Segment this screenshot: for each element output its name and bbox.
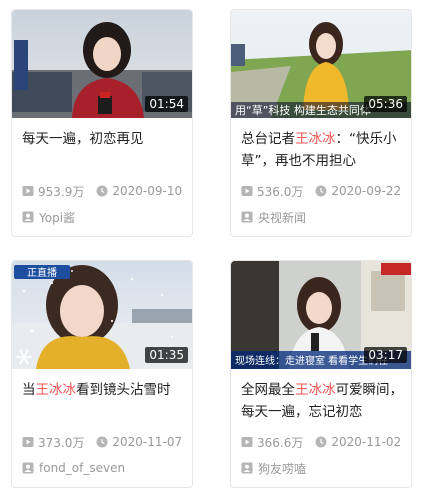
video-meta: 373.0万 2020-11-07 <box>22 434 190 450</box>
play-count-icon <box>22 437 34 447</box>
publish-date: 2020-11-02 <box>331 435 402 449</box>
title-text: 全网最全 <box>241 382 295 398</box>
thumbnail-caption: 用“草”科技 构建生态共同体 <box>235 103 371 117</box>
video-title[interactable]: 每天一遍，初恋再见 <box>22 128 190 150</box>
video-thumbnail[interactable]: 01:54 <box>12 10 192 118</box>
video-meta: 366.6万 2020-11-02 <box>241 434 409 450</box>
video-card[interactable]: 现场连线：走进寝室 看看学生们在 03:17 全网最全王冰冰可爱瞬间，每天一遍，… <box>230 260 412 488</box>
video-uploader[interactable]: 央视新闻 <box>241 209 409 225</box>
title-text: 每天一遍，初恋再见 <box>22 131 144 147</box>
video-uploader[interactable]: Yopi酱 <box>22 209 190 225</box>
video-grid: 01:54 每天一遍，初恋再见 953.9万 2020-09-10 Yopi酱 <box>0 0 427 499</box>
video-card[interactable]: 01:54 每天一遍，初恋再见 953.9万 2020-09-10 Yopi酱 <box>11 9 193 237</box>
video-duration: 01:35 <box>145 347 188 363</box>
uploader-name: 狗友唠嗑 <box>258 461 307 476</box>
video-uploader[interactable]: fond_of_seven <box>22 460 190 476</box>
uploader-name: 央视新闻 <box>258 210 307 225</box>
uploader-name: Yopi酱 <box>39 210 76 225</box>
video-meta: 953.9万 2020-09-10 <box>22 183 190 199</box>
view-count: 536.0万 <box>257 184 304 199</box>
uploader-icon <box>241 462 253 474</box>
clock-icon <box>315 436 327 448</box>
play-count-icon <box>241 437 253 447</box>
video-thumbnail[interactable]: 现场连线：走进寝室 看看学生们在 03:17 <box>231 261 411 369</box>
title-highlight: 王冰冰 <box>295 382 336 398</box>
video-thumbnail[interactable]: 用“草”科技 构建生态共同体 05:36 <box>231 10 411 118</box>
video-title[interactable]: 全网最全王冰冰可爱瞬间，每天一遍，忘记初恋 <box>241 379 409 423</box>
video-title[interactable]: 当王冰冰看到镜头沾雪时 <box>22 379 190 401</box>
title-highlight: 王冰冰 <box>35 382 77 398</box>
title-text: 当 <box>22 382 36 398</box>
uploader-icon <box>241 211 253 223</box>
video-duration: 03:17 <box>364 347 407 363</box>
clock-icon <box>315 185 327 197</box>
uploader-name: fond_of_seven <box>39 461 126 475</box>
video-uploader[interactable]: 狗友唠嗑 <box>241 460 409 476</box>
video-title[interactable]: 总台记者王冰冰：“快乐小草”，再也不用担心会“秃”了 <box>241 128 409 172</box>
uploader-icon <box>22 462 34 474</box>
view-count: 373.0万 <box>38 435 85 450</box>
video-meta: 536.0万 2020-09-22 <box>241 183 409 199</box>
title-text: 总台记者 <box>241 131 295 147</box>
publish-date: 2020-09-10 <box>112 184 183 198</box>
thumbnail-caption: 正直播 <box>27 266 57 279</box>
clock-icon <box>96 436 108 448</box>
play-count-icon <box>241 186 253 196</box>
video-card[interactable]: 正直播 01:35 当王冰冰看到镜头沾雪时 373.0万 2020-11-07 … <box>11 260 193 488</box>
clock-icon <box>96 185 108 197</box>
play-count-icon <box>22 186 34 196</box>
publish-date: 2020-11-07 <box>112 435 183 449</box>
view-count: 366.6万 <box>257 435 304 450</box>
view-count: 953.9万 <box>38 184 85 199</box>
video-thumbnail[interactable]: 正直播 01:35 <box>12 261 192 369</box>
video-duration: 01:54 <box>145 96 188 112</box>
uploader-icon <box>22 211 34 223</box>
title-highlight: 王冰冰 <box>295 131 336 147</box>
publish-date: 2020-09-22 <box>331 184 402 198</box>
video-card[interactable]: 用“草”科技 构建生态共同体 05:36 总台记者王冰冰：“快乐小草”，再也不用… <box>230 9 412 237</box>
title-text: 看到镜头沾雪时 <box>76 382 171 398</box>
video-duration: 05:36 <box>364 96 407 112</box>
